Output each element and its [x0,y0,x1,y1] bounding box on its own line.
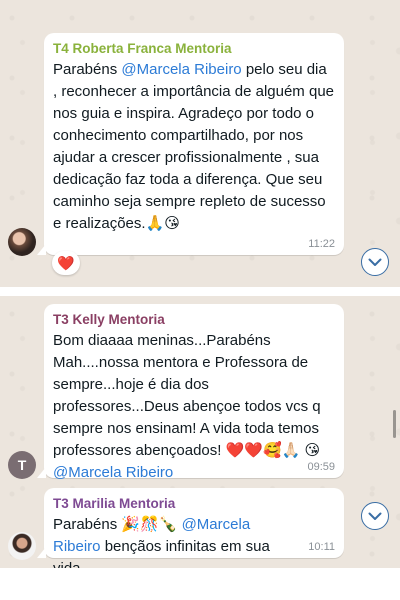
message-text-part: pelo seu dia , reconhecer a importância … [53,61,335,232]
message-timestamp: 09:59 [307,461,335,473]
message-timestamp: 10:11 [308,541,335,553]
mention-link[interactable]: @Marcela Ribeiro [121,61,241,78]
chat-panel-top: T4 Roberta Franca Mentoria Parabéns @Mar… [0,0,400,287]
message-text: Parabéns @Marcela Ribeiro pelo seu dia ,… [53,59,335,235]
avatar-initial: T [17,457,27,473]
reaction-badge[interactable]: ❤️ [52,251,80,275]
chevron-down-icon [368,512,382,520]
bubble-tail [37,547,46,558]
message-timestamp: 11:22 [308,238,335,250]
sender-name[interactable]: T3 Kelly Mentoria [53,311,335,328]
scrollbar[interactable] [393,410,396,438]
bubble-tail [37,244,46,255]
sender-name[interactable]: T3 Marilia Mentoria [53,495,335,512]
message-text: Parabéns 🎉🎊🍾 @Marcela Ribeiro bençãos in… [53,514,335,568]
avatar[interactable] [8,228,36,256]
message-text-part: Parabéns [53,61,122,78]
avatar[interactable] [8,532,36,560]
scroll-down-button[interactable] [361,502,389,530]
message-text-part: Parabéns 🎉🎊🍾 [53,516,182,533]
avatar[interactable]: T [8,451,36,479]
message-text: Bom diaaaa meninas...Parabéns Mah....nos… [53,330,335,484]
message-bubble[interactable]: T3 Kelly Mentoria Bom diaaaa meninas...P… [37,304,344,481]
chevron-down-icon [368,258,382,266]
scroll-down-button[interactable] [361,248,389,276]
heart-icon: ❤️ [57,254,75,271]
sender-name[interactable]: T4 Roberta Franca Mentoria [53,40,335,57]
message-text-part: Bom diaaaa meninas...Parabéns Mah....nos… [53,332,321,459]
mention-link[interactable]: @Marcela Ribeiro [53,464,173,481]
chat-panel-bottom: T3 Kelly Mentoria Bom diaaaa meninas...P… [0,296,400,568]
message-bubble[interactable]: T3 Marilia Mentoria Parabéns 🎉🎊🍾 @Marcel… [37,488,344,568]
bubble-tail [37,467,46,478]
message-bubble[interactable]: T4 Roberta Franca Mentoria Parabéns @Mar… [37,33,344,255]
